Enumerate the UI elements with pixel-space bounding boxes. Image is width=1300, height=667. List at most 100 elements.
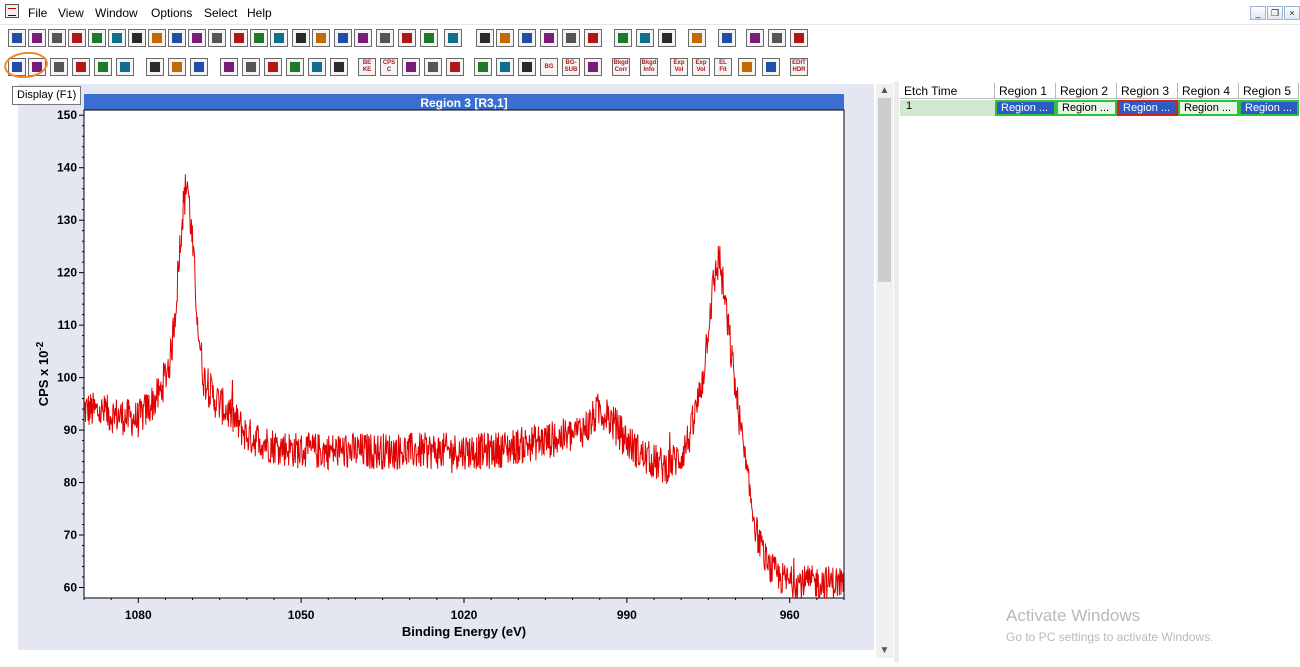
- toolbar2-button-16[interactable]: BE KE: [358, 58, 376, 76]
- col-header-region-1[interactable]: Region 1: [995, 83, 1056, 99]
- toolbar1-button-7[interactable]: [128, 29, 146, 47]
- toolbar2-button-9[interactable]: [190, 58, 208, 76]
- toolbar2-button-12[interactable]: [264, 58, 282, 76]
- menu-window[interactable]: Window: [95, 6, 138, 20]
- toolbar1-button-20[interactable]: [398, 29, 416, 47]
- toolbar-glyph-icon: [750, 33, 760, 43]
- menu-help[interactable]: Help: [247, 6, 272, 20]
- toolbar2-button-21[interactable]: [474, 58, 492, 76]
- x-tick-label: 990: [617, 608, 637, 622]
- toolbar2-button-31[interactable]: EL Fit: [714, 58, 732, 76]
- toolbar1-button-21[interactable]: [420, 29, 438, 47]
- toolbar1-button-17[interactable]: [334, 29, 352, 47]
- menu-select[interactable]: Select: [204, 6, 237, 20]
- toolbar2-button-27[interactable]: Bkgd Corr: [612, 58, 630, 76]
- toolbar2-button-6[interactable]: [116, 58, 134, 76]
- toolbar1-button-1[interactable]: [8, 29, 26, 47]
- toolbar1-button-9[interactable]: [168, 29, 186, 47]
- app-icon[interactable]: [5, 4, 19, 18]
- toolbar1-button-28[interactable]: [584, 29, 602, 47]
- toolbar1-button-12[interactable]: [230, 29, 248, 47]
- toolbar2-button-22[interactable]: [496, 58, 514, 76]
- cell-region-2[interactable]: Region ...: [1056, 100, 1117, 116]
- toolbar2-button-28[interactable]: Bkgd Info: [640, 58, 658, 76]
- toolbar1-button-22[interactable]: [444, 29, 462, 47]
- toolbar-glyph-icon: [588, 62, 598, 72]
- toolbar2-button-29[interactable]: Exp Vol: [670, 58, 688, 76]
- toolbar2-button-13[interactable]: [286, 58, 304, 76]
- toolbar2-button-26[interactable]: [584, 58, 602, 76]
- pane-splitter[interactable]: [894, 82, 899, 662]
- cell-etch-time[interactable]: 1: [900, 100, 995, 116]
- toolbar1-button-30[interactable]: [636, 29, 654, 47]
- toolbar1-button-13[interactable]: [250, 29, 268, 47]
- toolbar1-button-18[interactable]: [354, 29, 372, 47]
- menu-view[interactable]: View: [58, 6, 84, 20]
- toolbar1-button-29[interactable]: [614, 29, 632, 47]
- toolbar1-button-10[interactable]: [188, 29, 206, 47]
- menu-file[interactable]: File: [28, 6, 47, 20]
- toolbar2-button-19[interactable]: [424, 58, 442, 76]
- toolbar1-button-33[interactable]: [718, 29, 736, 47]
- toolbar2-button-15[interactable]: [330, 58, 348, 76]
- toolbar1-button-31[interactable]: [658, 29, 676, 47]
- restore-button[interactable]: ❐: [1267, 6, 1283, 20]
- minimize-button[interactable]: _: [1250, 6, 1266, 20]
- toolbar1-button-2[interactable]: [28, 29, 46, 47]
- menu-options[interactable]: Options: [151, 6, 192, 20]
- toolbar2-button-5[interactable]: [94, 58, 112, 76]
- close-button[interactable]: ×: [1284, 6, 1300, 20]
- toolbar2-button-30[interactable]: Exp Vol: [692, 58, 710, 76]
- toolbar1-button-27[interactable]: [562, 29, 580, 47]
- scroll-down-icon[interactable]: ▼: [876, 644, 893, 658]
- col-header-etch-time[interactable]: Etch Time: [900, 83, 995, 99]
- toolbar1-button-3[interactable]: [48, 29, 66, 47]
- toolbar1-button-15[interactable]: [292, 29, 310, 47]
- toolbar1-button-19[interactable]: [376, 29, 394, 47]
- scroll-thumb[interactable]: [878, 98, 891, 282]
- toolbar1-button-6[interactable]: [108, 29, 126, 47]
- toolbar1-button-16[interactable]: [312, 29, 330, 47]
- toolbar1-button-36[interactable]: [790, 29, 808, 47]
- toolbar1-button-25[interactable]: [518, 29, 536, 47]
- toolbar2-button-18[interactable]: [402, 58, 420, 76]
- toolbar2-button-34[interactable]: EDIT HDR: [790, 58, 808, 76]
- toolbar1-button-23[interactable]: [476, 29, 494, 47]
- vertical-scrollbar[interactable]: ▲ ▼: [876, 84, 893, 658]
- toolbar2-button-14[interactable]: [308, 58, 326, 76]
- col-header-region-2[interactable]: Region 2: [1056, 83, 1117, 99]
- toolbar2-button-7[interactable]: [146, 58, 164, 76]
- toolbar2-button-11[interactable]: [242, 58, 260, 76]
- cell-region-4[interactable]: Region ...: [1178, 100, 1239, 116]
- col-header-region-5[interactable]: Region 5: [1239, 83, 1299, 99]
- toolbar2-button-4[interactable]: [72, 58, 90, 76]
- toolbar1-button-11[interactable]: [208, 29, 226, 47]
- toolbar2-button-32[interactable]: [738, 58, 756, 76]
- scroll-up-icon[interactable]: ▲: [876, 84, 893, 98]
- toolbar1-button-24[interactable]: [496, 29, 514, 47]
- toolbar2-button-24[interactable]: BG: [540, 58, 558, 76]
- toolbar2-button-8[interactable]: [168, 58, 186, 76]
- cell-region-3[interactable]: Region ...: [1117, 100, 1178, 116]
- toolbar2-button-10[interactable]: [220, 58, 238, 76]
- toolbar2-button-20[interactable]: [446, 58, 464, 76]
- cell-region-5[interactable]: Region ...: [1239, 100, 1299, 116]
- toolbar2-button-17[interactable]: CPS C: [380, 58, 398, 76]
- toolbar1-button-35[interactable]: [768, 29, 786, 47]
- x-tick-label: 960: [780, 608, 800, 622]
- toolbar1-button-26[interactable]: [540, 29, 558, 47]
- toolbar2-button-25[interactable]: BG- SUB: [562, 58, 580, 76]
- col-header-region-4[interactable]: Region 4: [1178, 83, 1239, 99]
- toolbar1-button-14[interactable]: [270, 29, 288, 47]
- toolbar1-button-4[interactable]: [68, 29, 86, 47]
- toolbar-glyph-icon: [312, 62, 322, 72]
- cell-region-1[interactable]: Region ...: [995, 100, 1056, 116]
- toolbar1-button-8[interactable]: [148, 29, 166, 47]
- toolbar2-button-23[interactable]: [518, 58, 536, 76]
- col-header-region-3[interactable]: Region 3: [1117, 83, 1178, 99]
- toolbar1-button-32[interactable]: [688, 29, 706, 47]
- toolbar2-button-33[interactable]: [762, 58, 780, 76]
- toolbar1-button-34[interactable]: [746, 29, 764, 47]
- toolbar1-button-5[interactable]: [88, 29, 106, 47]
- toolbar2-button-3[interactable]: [50, 58, 68, 76]
